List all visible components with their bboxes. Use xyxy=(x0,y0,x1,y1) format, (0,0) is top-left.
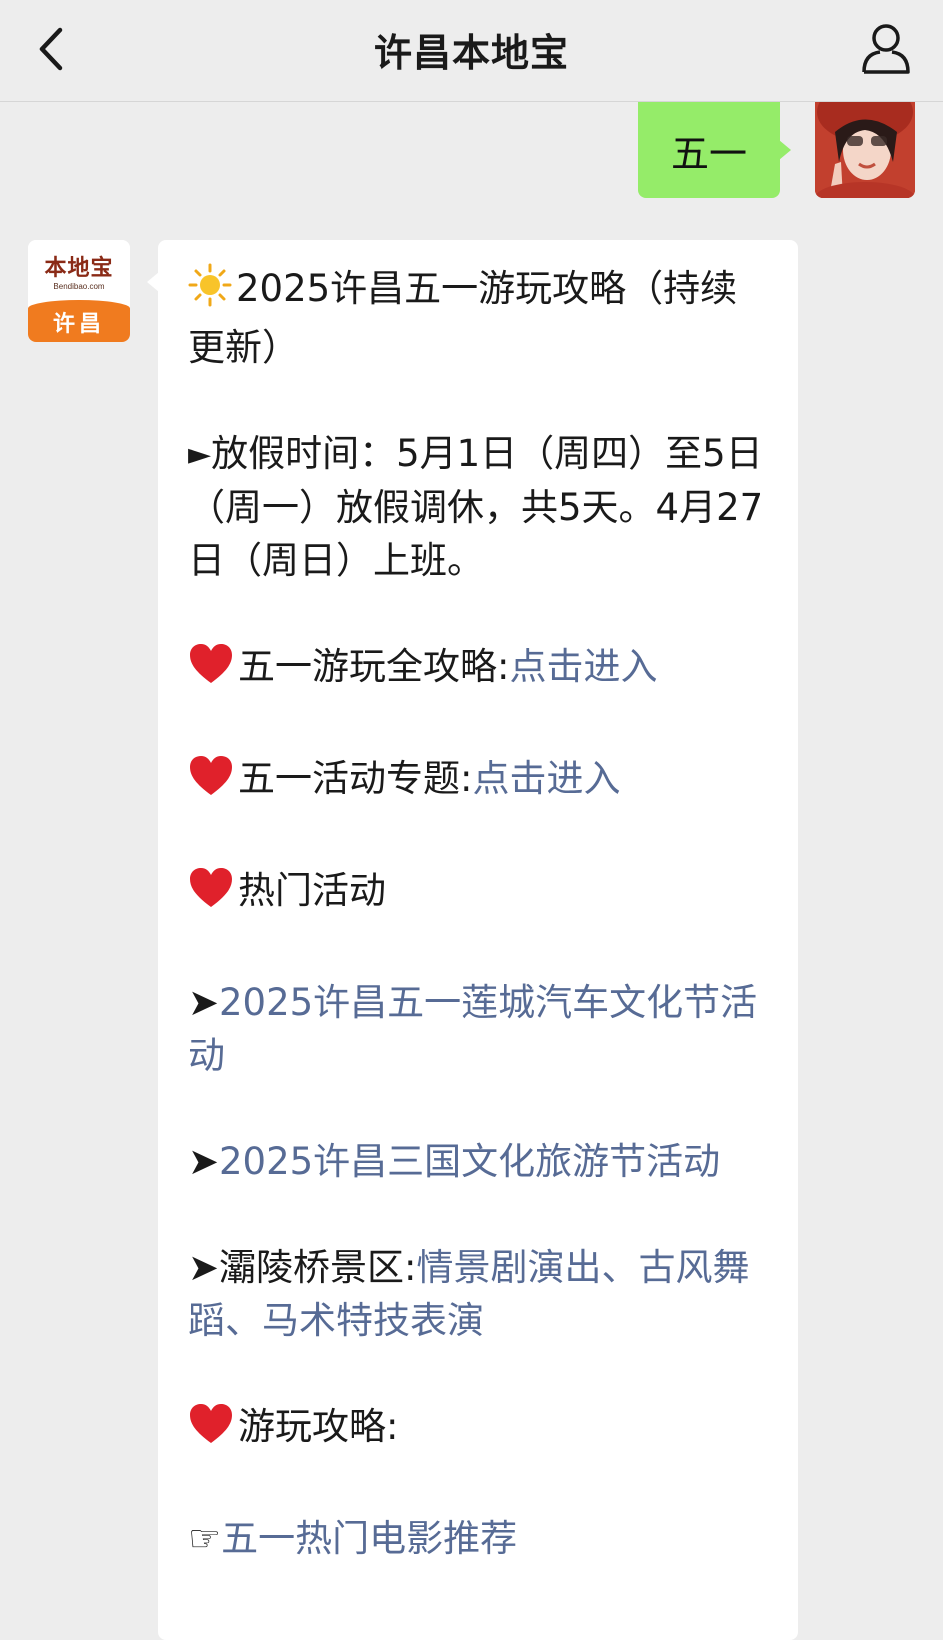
heart-icon xyxy=(188,1403,234,1459)
topic-label: 五一活动专题: xyxy=(238,757,473,800)
event-row-1: ➤2025许昌五一莲城汽车文化节活动 xyxy=(188,976,770,1082)
arrow-bullet-icon: ➤ xyxy=(188,1140,220,1183)
heart-icon xyxy=(188,755,234,811)
event-link-1[interactable]: 2025许昌五一莲城汽车文化节活动 xyxy=(188,981,757,1077)
hot-events-heading: 热门活动 xyxy=(188,864,770,923)
profile-button[interactable] xyxy=(851,14,921,84)
heart-icon xyxy=(188,643,234,699)
logo-brand-text: 本地宝 xyxy=(44,255,114,281)
sun-icon xyxy=(188,263,232,321)
topic-link[interactable]: 点击进入 xyxy=(472,757,620,800)
avatar-photo xyxy=(815,102,915,198)
pointing-hand-icon: ☞ xyxy=(188,1517,222,1560)
topic-row: 五一活动专题:点击进入 xyxy=(188,752,770,811)
title-text: 2025许昌五一游玩攻略（持续更新） xyxy=(188,267,738,369)
hot-label: 热门活动 xyxy=(238,869,386,912)
guide-link[interactable]: 点击进入 xyxy=(509,645,657,688)
event-link-2[interactable]: 2025许昌三国文化旅游节活动 xyxy=(219,1140,720,1183)
movie-link[interactable]: 五一热门电影推荐 xyxy=(221,1517,517,1560)
user-avatar[interactable] xyxy=(815,102,915,198)
incoming-message-bubble: 2025许昌五一游玩攻略（持续更新） ►放假时间：5月1日（周四）至5日（周一）… xyxy=(147,240,798,1640)
event-row-2: ➤2025许昌三国文化旅游节活动 xyxy=(188,1135,770,1188)
message-title: 2025许昌五一游玩攻略（持续更新） xyxy=(188,262,770,374)
tips-label: 游玩攻略: xyxy=(238,1405,399,1448)
arrow-bullet-icon: ➤ xyxy=(188,1246,220,1289)
chat-title: 许昌本地宝 xyxy=(373,31,569,75)
logo-domain-text: Bendibao.com xyxy=(53,282,105,291)
arrow-bullet-icon: ➤ xyxy=(188,981,220,1024)
guide-row: 五一游玩全攻略:点击进入 xyxy=(188,640,770,699)
triangle-bullet-icon: ► xyxy=(188,437,212,472)
navigation-bar: 许昌本地宝 xyxy=(0,0,943,102)
scenic-label: 灞陵桥景区: xyxy=(219,1246,417,1289)
user-icon xyxy=(862,24,910,74)
movie-row: ☞五一热门电影推荐 xyxy=(188,1512,770,1565)
holiday-text: 放假时间：5月1日（周四）至5日（周一）放假调休，共5天。4月27日（周日）上班… xyxy=(188,432,764,582)
guide-label: 五一游玩全攻略: xyxy=(238,645,510,688)
scenic-row: ➤灞陵桥景区:情景剧演出、古风舞蹈、马术特技表演 xyxy=(188,1241,770,1347)
outgoing-message-bubble[interactable]: 五一 xyxy=(638,102,791,198)
holiday-info: ►放假时间：5月1日（周四）至5日（周一）放假调休，共5天。4月27日（周日）上… xyxy=(188,427,770,587)
outgoing-message-text: 五一 xyxy=(670,131,747,176)
logo-city-text: 许昌 xyxy=(52,312,105,337)
official-account-avatar[interactable]: 本地宝 Bendibao.com 许昌 xyxy=(28,240,130,342)
heart-icon xyxy=(188,867,234,923)
tips-heading: 游玩攻略: xyxy=(188,1400,770,1459)
